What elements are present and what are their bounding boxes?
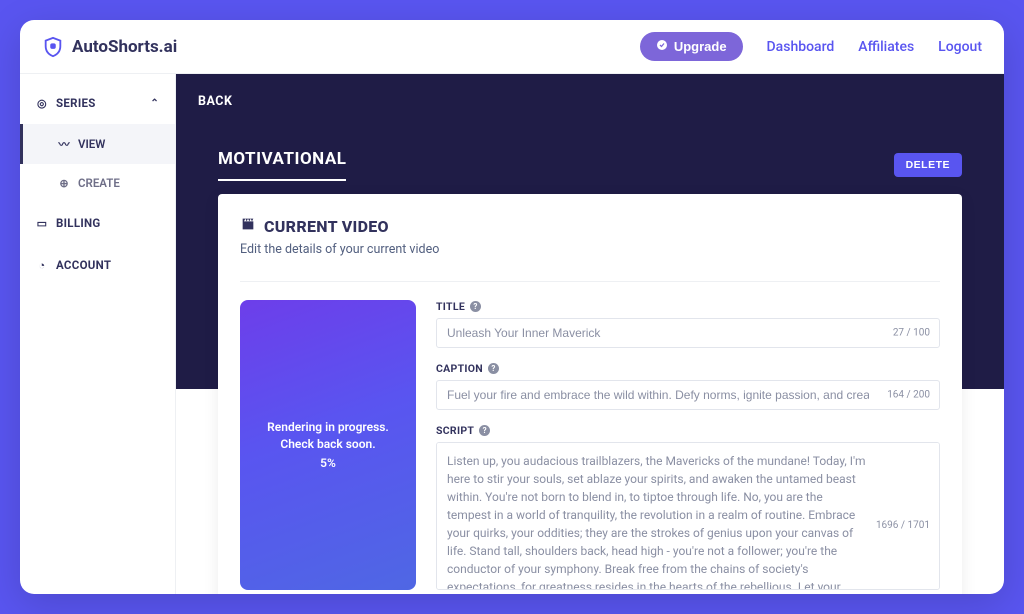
card-title-text: CURRENT VIDEO — [264, 217, 389, 236]
help-icon[interactable]: ? — [488, 363, 499, 374]
sidebar-series[interactable]: ◎ SERIES ⌃ — [20, 82, 175, 124]
app-frame: AutoShorts.ai Upgrade Dashboard Affiliat… — [20, 20, 1004, 594]
topbar-right: Upgrade Dashboard Affiliates Logout — [640, 32, 982, 61]
title-label: TITLE — [436, 300, 465, 313]
card-subtitle: Edit the details of your current video — [240, 242, 940, 257]
topbar: AutoShorts.ai Upgrade Dashboard Affiliat… — [20, 20, 1004, 74]
caption-counter: 164 / 200 — [887, 390, 930, 401]
upgrade-label: Upgrade — [674, 39, 727, 54]
check-badge-icon — [656, 39, 668, 54]
activity-icon: 〰 — [58, 136, 70, 152]
caption-label-row: CAPTION ? — [436, 362, 940, 375]
brand-name: AutoShorts.ai — [72, 37, 177, 57]
video-preview: Rendering in progress. Check back soon. … — [240, 300, 416, 590]
app-body: ◎ SERIES ⌃ 〰 VIEW ⊕ CREATE ▭ BILLING ◔ A… — [20, 74, 1004, 594]
help-icon[interactable]: ? — [470, 301, 481, 312]
sidebar-create[interactable]: ⊕ CREATE — [20, 164, 175, 202]
sidebar-view[interactable]: 〰 VIEW — [20, 124, 175, 164]
script-input-wrap: 1696 / 1701 — [436, 442, 940, 594]
nav-affiliates[interactable]: Affiliates — [858, 39, 914, 55]
sidebar-account-label: ACCOUNT — [56, 258, 111, 272]
script-counter: 1696 / 1701 — [876, 520, 930, 531]
sidebar-billing[interactable]: ▭ BILLING — [20, 202, 175, 244]
plus-circle-icon: ⊕ — [58, 177, 70, 190]
preview-status-line2: Check back soon. — [280, 437, 375, 451]
page-title: MOTIVATIONAL — [218, 149, 346, 181]
caption-input-wrap: 164 / 200 — [436, 380, 940, 410]
caption-input[interactable] — [436, 380, 940, 410]
sidebar: ◎ SERIES ⌃ 〰 VIEW ⊕ CREATE ▭ BILLING ◔ A… — [20, 74, 176, 594]
upgrade-button[interactable]: Upgrade — [640, 32, 743, 61]
fields-column: TITLE ? 27 / 100 CAPTION ? — [436, 300, 940, 594]
clapper-icon — [240, 216, 256, 236]
back-link[interactable]: BACK — [198, 94, 232, 109]
main-area: BACK MOTIVATIONAL DELETE CURRENT VIDEO E… — [176, 74, 1004, 594]
script-label-row: SCRIPT ? — [436, 424, 940, 437]
title-label-row: TITLE ? — [436, 300, 940, 313]
target-icon: ◎ — [36, 97, 48, 110]
brand-logo[interactable]: AutoShorts.ai — [42, 36, 177, 58]
delete-button[interactable]: DELETE — [894, 153, 962, 177]
chevron-up-icon: ⌃ — [150, 98, 159, 109]
sidebar-account[interactable]: ◔ ACCOUNT — [20, 244, 175, 286]
page-header: MOTIVATIONAL DELETE — [218, 149, 962, 181]
nav-dashboard[interactable]: Dashboard — [767, 39, 835, 55]
preview-percent: 5% — [320, 456, 336, 470]
current-video-card: CURRENT VIDEO Edit the details of your c… — [218, 194, 962, 594]
preview-status-line1: Rendering in progress. — [267, 420, 389, 434]
sidebar-series-label: SERIES — [56, 96, 96, 110]
brand-shield-icon — [42, 36, 64, 58]
nav-logout[interactable]: Logout — [938, 39, 982, 55]
user-icon: ◔ — [36, 259, 48, 272]
title-input[interactable] — [436, 318, 940, 348]
title-input-wrap: 27 / 100 — [436, 318, 940, 348]
script-label: SCRIPT — [436, 424, 474, 437]
help-icon[interactable]: ? — [479, 425, 490, 436]
script-textarea[interactable] — [436, 442, 940, 590]
card-title: CURRENT VIDEO — [240, 216, 940, 236]
sidebar-billing-label: BILLING — [56, 216, 101, 230]
sidebar-create-label: CREATE — [78, 176, 120, 190]
caption-label: CAPTION — [436, 362, 483, 375]
card-icon: ▭ — [36, 217, 48, 230]
title-counter: 27 / 100 — [893, 328, 930, 339]
card-body: Rendering in progress. Check back soon. … — [240, 281, 940, 594]
sidebar-view-label: VIEW — [78, 137, 105, 151]
